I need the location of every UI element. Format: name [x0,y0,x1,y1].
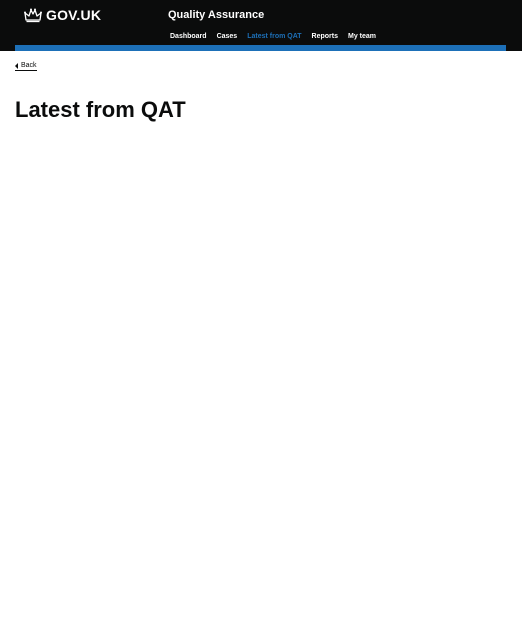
primary-navigation: Dashboard Cases Latest from QAT Reports … [170,32,386,42]
nav-item-latest-from-qat[interactable]: Latest from QAT [247,32,301,42]
nav-item-my-team[interactable]: My team [348,32,376,42]
nav-item-cases[interactable]: Cases [217,32,238,42]
header: GOV.UK Quality Assurance Dashboard Cases… [0,0,522,51]
service-name-link[interactable]: Quality Assurance [168,8,264,23]
nav-item-dashboard[interactable]: Dashboard [170,32,207,42]
back-link[interactable]: Back [15,61,37,71]
logo-text: GOV.UK [46,7,102,23]
header-accent-stripe [15,45,506,51]
back-link-label: Back [21,62,37,69]
page-title: Latest from QAT [15,97,186,122]
govuk-logo-link[interactable]: GOV.UK [23,5,101,25]
crown-icon [24,8,42,23]
nav-item-reports[interactable]: Reports [312,32,338,42]
chevron-left-icon [15,62,18,69]
